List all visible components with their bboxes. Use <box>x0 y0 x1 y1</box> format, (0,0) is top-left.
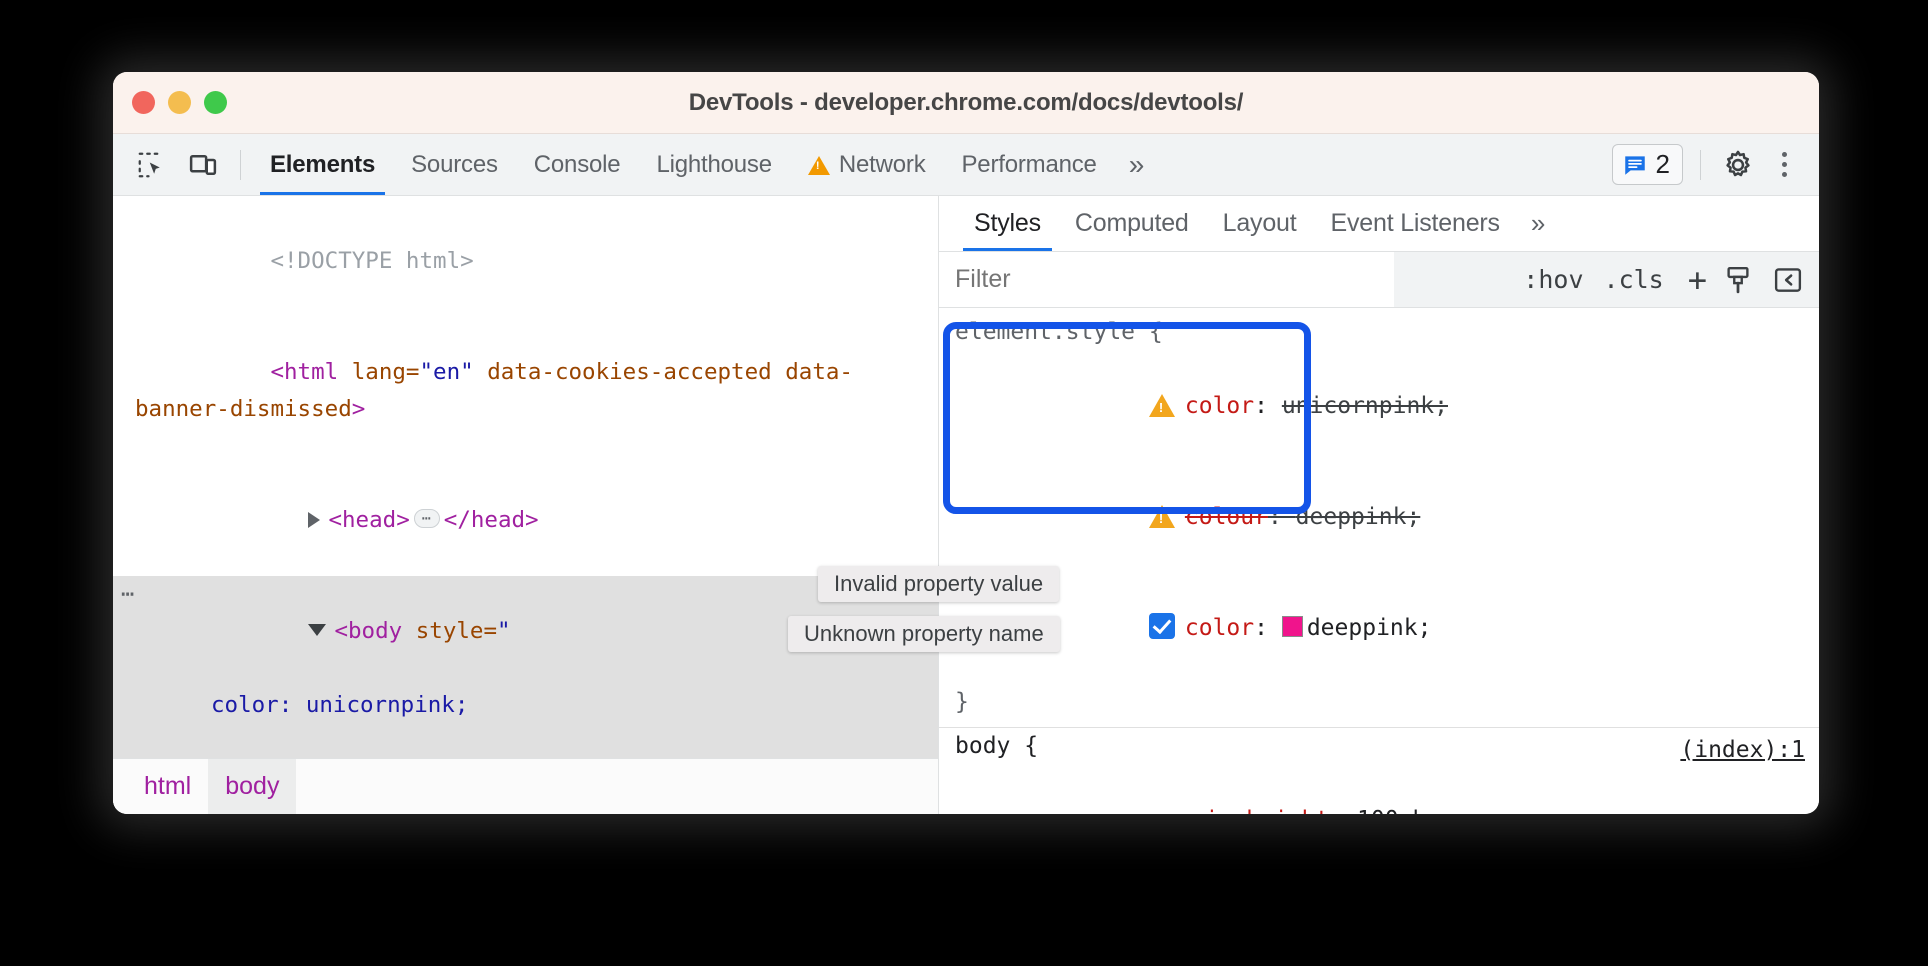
hover-state-button[interactable]: :hov <box>1513 252 1593 307</box>
gear-icon[interactable] <box>1712 141 1764 189</box>
color-swatch-deeppink[interactable] <box>1282 616 1303 637</box>
copy-styles-icon[interactable] <box>1713 252 1763 307</box>
filter-input[interactable] <box>939 252 1394 307</box>
tooltip-unknown-property-name: Unknown property name <box>788 616 1060 652</box>
inspect-element-icon[interactable] <box>125 141 177 189</box>
device-toolbar-icon[interactable] <box>177 141 229 189</box>
toggle-sidebar-icon[interactable] <box>1763 252 1819 307</box>
rule-element-style[interactable]: element.style { color: unicornpink; colo… <box>939 314 1819 721</box>
element-classes-button[interactable]: .cls <box>1594 252 1674 307</box>
declaration-min-height[interactable]: min-height: 100vh; <box>955 765 1819 814</box>
rule-close-element-style: } <box>955 684 1819 721</box>
dom-line-doctype[interactable]: <!DOCTYPE html> <box>113 206 938 317</box>
declaration-enabled-checkbox[interactable] <box>1149 613 1175 639</box>
tab-lighthouse-label: Lighthouse <box>656 151 771 179</box>
breadcrumb: html body <box>113 758 938 814</box>
close-window-button[interactable] <box>132 91 155 114</box>
tab-sources[interactable]: Sources <box>393 134 516 195</box>
issues-count: 2 <box>1656 149 1670 180</box>
breadcrumb-item-body[interactable]: body <box>208 759 296 815</box>
dom-line-head[interactable]: <head>⋯</head> <box>113 465 938 576</box>
new-style-rule-button[interactable]: + <box>1674 252 1713 307</box>
declaration-color-deeppink[interactable]: color: deeppink; <box>955 573 1819 684</box>
tab-performance-label: Performance <box>962 151 1097 179</box>
tab-elements[interactable]: Elements <box>252 134 393 195</box>
dom-tree[interactable]: <!DOCTYPE html> <html lang="en" data-coo… <box>113 196 938 758</box>
tab-network-label: Network <box>839 151 926 179</box>
styles-filter-row: :hov .cls + <box>939 252 1819 308</box>
rule-body[interactable]: (index):1 body { min-height: 100vh; back… <box>939 728 1819 814</box>
collapse-body-arrow-icon[interactable] <box>308 624 326 636</box>
warning-icon <box>808 156 830 175</box>
message-icon <box>1622 152 1648 178</box>
stylesheet-source-link[interactable]: (index):1 <box>1680 732 1805 769</box>
tab-console-label: Console <box>534 151 621 179</box>
devtools-window: DevTools - developer.chrome.com/docs/dev… <box>113 72 1819 814</box>
toolbar-divider <box>240 150 241 180</box>
styles-panel-tabs: Styles Computed Layout Event Listeners » <box>939 196 1819 252</box>
tab-computed[interactable]: Computed <box>1058 196 1206 251</box>
tab-console[interactable]: Console <box>516 134 639 195</box>
tooltip-invalid-property-value: Invalid property value <box>818 566 1059 602</box>
styles-more-tabs-chevron-icon[interactable]: » <box>1517 208 1554 239</box>
tab-event-listeners[interactable]: Event Listeners <box>1314 196 1517 251</box>
issues-badge-button[interactable]: 2 <box>1612 144 1683 185</box>
declaration-colour-deeppink[interactable]: colour: deeppink; <box>955 462 1819 573</box>
warning-icon <box>1149 394 1175 417</box>
tab-lighthouse[interactable]: Lighthouse <box>638 134 789 195</box>
expand-head-arrow-icon[interactable] <box>308 512 320 528</box>
tab-sources-label: Sources <box>411 151 498 179</box>
tab-elements-label: Elements <box>270 151 375 179</box>
dom-line-body[interactable]: ⋯<body style=" color: unicornpink; colou… <box>113 576 938 758</box>
devtools-split: <!DOCTYPE html> <html lang="en" data-coo… <box>113 196 1819 814</box>
minimize-window-button[interactable] <box>168 91 191 114</box>
window-title: DevTools - developer.chrome.com/docs/dev… <box>113 89 1819 117</box>
warning-icon <box>1149 505 1175 528</box>
window-titlebar: DevTools - developer.chrome.com/docs/dev… <box>113 72 1819 134</box>
breadcrumb-item-html[interactable]: html <box>127 759 208 815</box>
styles-rules-list[interactable]: element.style { color: unicornpink; colo… <box>939 308 1819 814</box>
more-tabs-chevron-icon[interactable]: » <box>1115 149 1154 181</box>
maximize-window-button[interactable] <box>204 91 227 114</box>
toolbar-divider-2 <box>1700 150 1701 180</box>
styles-panel: Styles Computed Layout Event Listeners »… <box>939 196 1819 814</box>
declaration-color-unicornpink[interactable]: color: unicornpink; <box>955 351 1819 462</box>
tab-performance[interactable]: Performance <box>944 134 1115 195</box>
traffic-lights <box>113 91 227 114</box>
rule-selector-element-style: element.style { <box>955 314 1819 351</box>
kebab-menu-icon[interactable] <box>1764 152 1805 177</box>
tab-layout[interactable]: Layout <box>1206 196 1314 251</box>
collapsed-children-icon[interactable]: ⋯ <box>414 509 440 528</box>
tab-network[interactable]: Network <box>790 134 944 195</box>
tab-styles[interactable]: Styles <box>957 196 1058 251</box>
dom-line-html[interactable]: <html lang="en" data-cookies-accepted da… <box>113 317 938 465</box>
node-badge-dots-icon[interactable]: ⋯ <box>121 576 136 613</box>
elements-dom-panel: <!DOCTYPE html> <html lang="en" data-coo… <box>113 196 939 814</box>
devtools-main-toolbar: Elements Sources Console Lighthouse Netw… <box>113 134 1819 196</box>
toolbar-right-group: 2 <box>1612 141 1819 189</box>
